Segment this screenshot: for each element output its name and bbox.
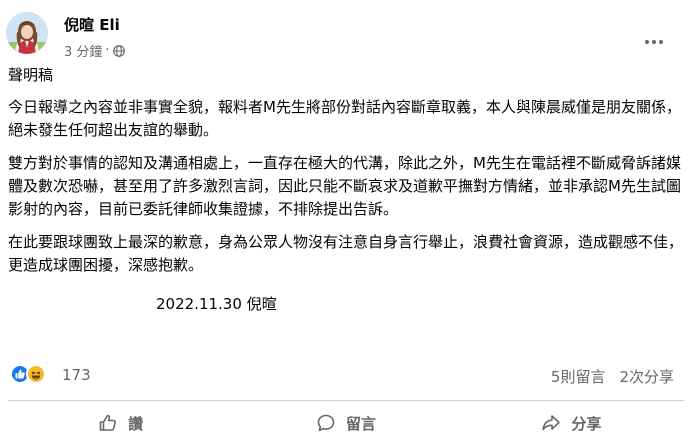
thumbs-up-icon xyxy=(98,413,118,433)
share-arrow-icon xyxy=(541,413,561,433)
comment-button[interactable]: 留言 xyxy=(233,405,458,440)
post-paragraph: 在此要跟球團致上最深的歉意，身為公眾人物沒有注意自身言行舉止，浪費社會資源，造成… xyxy=(8,233,684,274)
divider xyxy=(8,400,684,401)
comment-button-label: 留言 xyxy=(345,414,376,433)
post-header: 倪暄 Eli 3 分鐘 · xyxy=(0,0,692,62)
like-button-label: 讚 xyxy=(128,414,144,433)
more-dot-icon xyxy=(659,40,663,44)
share-count[interactable]: 2次分享 xyxy=(619,366,674,387)
author-avatar[interactable] xyxy=(6,12,48,54)
haha-icon xyxy=(26,364,46,384)
engagement-counts: 5則留言 2次分享 xyxy=(551,366,674,387)
globe-icon[interactable] xyxy=(112,44,125,57)
post-title: 聲明稿 xyxy=(8,66,54,84)
post-content: 聲明稿 今日報導之內容並非事實全貌，報料者M先生將部份對話內容斷章取義，本人與陳… xyxy=(8,64,684,326)
author-name[interactable]: 倪暄 Eli xyxy=(64,14,120,35)
post-time[interactable]: 3 分鐘 xyxy=(64,41,102,60)
reaction-stats: 173 5則留言 2次分享 xyxy=(0,362,692,390)
reaction-icons[interactable] xyxy=(10,364,46,384)
more-dot-icon xyxy=(652,40,656,44)
comment-count[interactable]: 5則留言 xyxy=(551,366,606,387)
comment-bubble-icon xyxy=(316,413,336,433)
more-options-button[interactable] xyxy=(636,24,672,60)
share-button[interactable]: 分享 xyxy=(459,405,684,440)
like-button[interactable]: 讚 xyxy=(8,405,233,440)
meta-separator: · xyxy=(105,43,110,58)
action-bar: 讚 留言 分享 xyxy=(8,405,684,440)
post-signature: 2022.11.30 倪暄 xyxy=(156,295,277,313)
reaction-count[interactable]: 173 xyxy=(62,366,91,384)
more-dot-icon xyxy=(645,40,649,44)
post-paragraph: 雙方對於事情的認知及溝通相處上，一直存在極大的代溝，除此之外，M先生在電話裡不斷… xyxy=(8,154,681,218)
post-meta: 3 分鐘 · xyxy=(64,41,125,60)
share-button-label: 分享 xyxy=(571,414,602,433)
post-paragraph: 今日報導之內容並非事實全貌，報料者M先生將部份對話內容斷章取義，本人與陳晨威僅是… xyxy=(8,98,681,139)
